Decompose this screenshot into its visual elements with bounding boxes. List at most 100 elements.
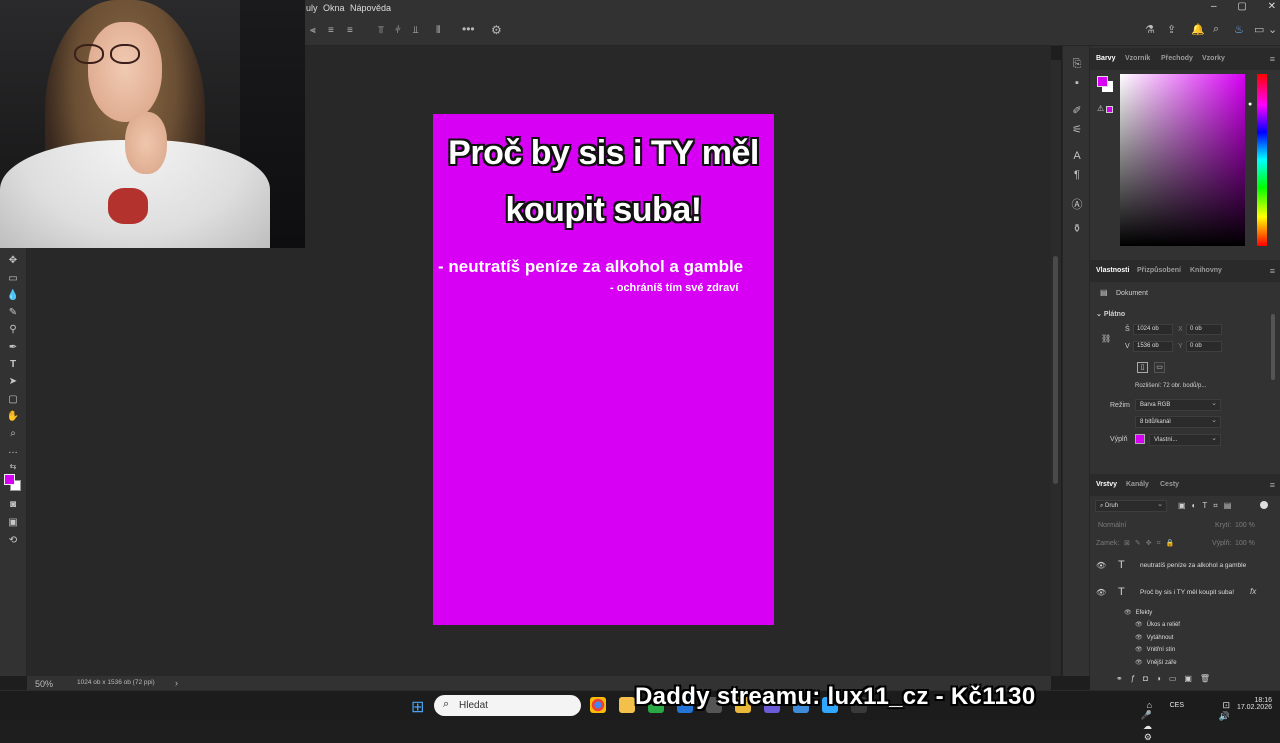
width-field[interactable]: 1024 ob [1133,324,1173,335]
layer-filter-dropdown[interactable]: ⌕ Druh [1095,500,1167,512]
tray-icons[interactable]: ⌂ 🎤 ☁ ⚙ [1141,700,1152,743]
poster-canvas[interactable]: Proč by sis i TY měl koupit suba! - neut… [433,114,774,625]
more-options-icon[interactable]: ••• [462,22,475,36]
discover-icon[interactable]: ♨ [1234,23,1244,36]
close-button[interactable]: ✕ [1268,1,1276,12]
panel-menu-icon[interactable]: ≡ [1270,54,1275,64]
panel-foreground-swatch[interactable] [1097,76,1108,87]
network-volume-icons[interactable]: ⊡ 🔊 [1219,700,1230,722]
dodge-tool-icon[interactable]: ⚲ [6,323,20,337]
layer-row[interactable]: 👁 T neutratíš peníze za alkohol a gamble [1090,554,1268,578]
pen-tool-icon[interactable]: ✒ [6,341,20,355]
path-select-tool-icon[interactable]: ➤ [6,375,20,389]
taskbar-search[interactable]: ⌕ Hledat [434,695,581,716]
filter-toggle[interactable] [1260,501,1268,509]
align-top-icon[interactable]: ⫪ [378,25,384,36]
visibility-eye-icon[interactable]: 👁 [1096,561,1106,570]
layer-filter-icons[interactable]: ▣◐T⌗▤ [1178,501,1237,511]
status-arrow-icon[interactable]: › [175,678,178,688]
quick-mask-icon[interactable]: ◙ [6,498,20,512]
adjustments-icon[interactable]: ⚟ [1070,123,1084,136]
bit-depth-dropdown[interactable]: 8 bitů/kanál [1135,416,1221,428]
tab-channels[interactable]: Kanály [1126,481,1149,488]
zoom-level[interactable]: 50% [35,679,53,689]
effect-item[interactable]: 👁 Vnější záře [1135,659,1177,666]
paragraph-icon[interactable]: ¶ [1070,169,1084,181]
move-tool-icon[interactable]: ✥ [6,254,20,268]
screen-mode-icon[interactable]: ▣ [6,516,20,530]
tab-properties[interactable]: Vlastnosti [1096,267,1129,274]
x-field[interactable]: 0 ob [1186,324,1222,335]
foreground-color-swatch[interactable] [4,474,15,485]
effect-item[interactable]: 👁 Úkos a reliéf [1135,621,1180,628]
clock[interactable]: 18:16 17.02.2026 [1234,697,1272,711]
tab-color[interactable]: Barvy [1096,55,1115,62]
tab-swatches[interactable]: Vzorník [1125,55,1150,62]
align-bottom-icon[interactable]: ⫫ [413,25,419,36]
tab-adjustments[interactable]: Přizpůsobení [1137,267,1181,274]
glyphs-icon[interactable]: Ⓐ [1070,196,1084,212]
brush-tool-icon[interactable]: ✎ [6,306,20,320]
panel-menu-icon[interactable]: ≡ [1270,480,1275,490]
align-right-icon[interactable]: ≡ [347,25,353,36]
tab-libraries[interactable]: Knihovny [1190,267,1222,274]
chrome-icon[interactable] [590,697,606,713]
character-icon[interactable]: A [1070,150,1084,162]
comments-icon[interactable]: ▪ [1070,77,1084,89]
align-middle-icon[interactable]: ⫩ [395,25,401,36]
align-left-icon[interactable]: ⫷ [310,25,316,36]
canvas-section-title[interactable]: ⌄ Plátno [1096,310,1125,318]
tab-paths[interactable]: Cesty [1160,481,1179,488]
maximize-button[interactable]: ▢ [1237,1,1246,12]
align-center-icon[interactable]: ≡ [328,25,334,36]
landscape-orientation-icon[interactable]: ▭ [1154,362,1165,373]
generative-icon[interactable]: ⟲ [6,534,20,548]
tab-gradients[interactable]: Přechody [1161,55,1193,62]
more-tools-icon[interactable]: … [6,444,20,458]
file-explorer-icon[interactable] [619,697,635,713]
effects-group[interactable]: 👁 Efekty [1124,609,1152,616]
menu-item-filters[interactable]: uly [306,3,318,13]
language-indicator[interactable]: CES [1170,702,1184,709]
workspace-icon[interactable]: ▭ [1254,23,1264,36]
visibility-eye-icon[interactable]: 👁 [1096,588,1106,597]
vertical-scrollbar[interactable] [1051,60,1061,676]
link-icon[interactable]: ⛓ [1101,334,1111,343]
share-icon[interactable]: ⇪ [1167,23,1176,36]
tab-patterns[interactable]: Vzorky [1202,55,1225,62]
workspace-menu-icon[interactable]: ⌄ [1268,23,1277,36]
flask-icon[interactable]: ⚗ [1145,23,1155,36]
mode-dropdown[interactable]: Barva RGB [1135,399,1221,411]
menu-item-window[interactable]: Okna [323,3,345,13]
effect-item[interactable]: 👁 Vnitřní stín [1135,646,1175,653]
notification-bell-icon[interactable]: 🔔 [1191,23,1205,36]
history-icon[interactable]: ⎘ [1070,58,1084,71]
opacity-value[interactable]: 100 % [1235,522,1255,529]
effect-item[interactable]: 👁 Vytáhnout [1135,634,1173,641]
marquee-tool-icon[interactable]: ▭ [6,272,20,286]
rectangle-tool-icon[interactable]: ▢ [6,393,20,407]
tab-layers[interactable]: Vrstvy [1096,481,1117,488]
layer-row[interactable]: 👁 T Proč by sis i TY měl koupit suba! fx [1090,581,1268,605]
menu-item-help[interactable]: Nápověda [350,3,391,13]
swap-colors-icon[interactable]: ⇆ [6,460,20,474]
lock-icons[interactable]: ⊠✎✥⌗🔒 [1124,539,1179,548]
zoom-tool-icon[interactable]: ⌕ [6,427,20,441]
blur-tool-icon[interactable]: 💧 [6,289,20,303]
fill-value-layers[interactable]: 100 % [1235,540,1255,547]
settings-gear-icon[interactable]: ⚙ [491,23,502,37]
color-picker-field[interactable] [1120,74,1245,246]
type-tool-icon[interactable]: T [6,358,20,372]
layers-footer-icons[interactable]: ⚭ƒ◘◑▭▣🗑 [1116,674,1218,683]
fill-dropdown[interactable]: Vlastní... [1149,434,1221,446]
windows-start-icon[interactable]: ⊞ [411,697,424,717]
portrait-orientation-icon[interactable]: ▯ [1137,362,1148,373]
distribute-icon[interactable]: ⦀ [436,25,440,36]
hue-slider[interactable] [1257,74,1267,246]
search-icon[interactable]: ⌕ [1213,23,1219,36]
fill-color-swatch[interactable] [1135,434,1145,444]
layer-effects-badge[interactable]: fx [1250,587,1256,596]
minimize-button[interactable]: – [1211,1,1217,12]
blend-mode-dropdown[interactable]: Normální [1098,522,1126,529]
properties-scrollbar[interactable] [1271,314,1275,380]
